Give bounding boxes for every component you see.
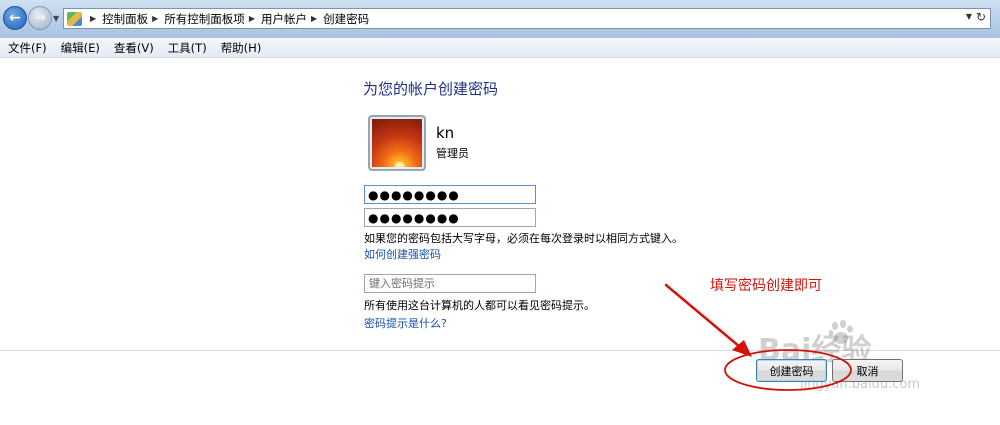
annotation-overlay: [664, 283, 852, 391]
annotation-circle-icon: [724, 349, 852, 391]
annotation-arrow-icon: [664, 283, 748, 354]
